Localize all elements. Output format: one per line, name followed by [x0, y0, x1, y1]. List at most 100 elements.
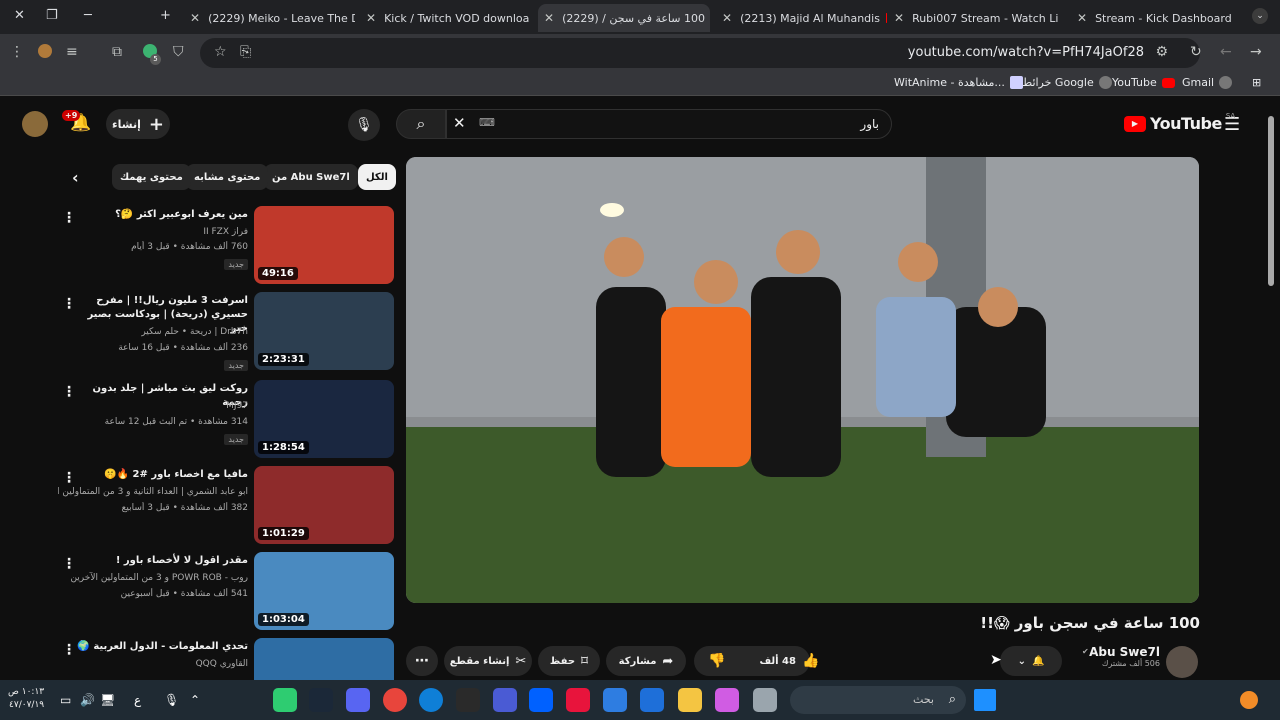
- install-app-icon[interactable]: ⎘: [240, 44, 251, 60]
- voice-search-button[interactable]: 🎙: [348, 109, 380, 141]
- chrome-icon[interactable]: [383, 688, 407, 712]
- channel-name[interactable]: Drb7h | دريحة • حلم سكير: [58, 326, 248, 339]
- file-explorer-icon[interactable]: [678, 688, 702, 712]
- clip-button[interactable]: إنشاء مقطع ✂: [444, 646, 532, 676]
- list-item[interactable]: 2:23:31 اسرفت 3 مليون ريال!! | مفرح حسير…: [60, 292, 394, 372]
- bookmark-witanime[interactable]: WitAnime - مشاهدة...: [894, 76, 1023, 89]
- clock[interactable]: ١٠:١٣ ص ٤٧/٠٧/١٩: [8, 686, 44, 712]
- save-button[interactable]: حفظ ⌑: [538, 646, 600, 676]
- bookmark-gmail[interactable]: Gmail: [1182, 76, 1233, 89]
- browser-tab[interactable]: ✕ (2213) Majid Al Muhandis: [722, 4, 887, 32]
- browser-tab[interactable]: ✕ Rubi007 Stream - Watch Li: [894, 4, 1064, 32]
- more-options-icon[interactable]: ⋮: [62, 384, 76, 400]
- chip-related[interactable]: محتوى مشابه: [186, 164, 269, 190]
- taskbar-search[interactable]: ⌕ بحث: [790, 686, 966, 714]
- menu-icon[interactable]: ⋮: [10, 44, 24, 60]
- video-thumbnail[interactable]: 1:01:29: [254, 466, 394, 544]
- reload-icon[interactable]: ↻: [1190, 44, 1202, 60]
- channel-name[interactable]: روب - POWR ROB و 3 من المتماولين الآخرين: [58, 572, 248, 585]
- shield-icon[interactable]: ⛉: [173, 44, 184, 60]
- video-thumbnail[interactable]: [254, 638, 394, 680]
- epic-games-icon[interactable]: [456, 688, 480, 712]
- more-options-icon[interactable]: ⋮: [62, 556, 76, 572]
- address-bar[interactable]: ☆ ⎘ youtube.com/watch?v=PfH74JaOf28 ⚙: [200, 38, 1200, 68]
- dropbox-icon[interactable]: [529, 688, 553, 712]
- video-title[interactable]: مقدر اقول لا لأخصاء باور !: [68, 554, 248, 568]
- chip-from-channel[interactable]: من Abu Swe7l: [264, 164, 358, 190]
- chevron-left-icon[interactable]: ‹: [72, 168, 79, 187]
- list-item[interactable]: 1:28:54 روكت ليق بث مباشر | جلد بدون رحم…: [60, 380, 394, 460]
- more-options-icon[interactable]: ⋮: [62, 210, 76, 226]
- search-button[interactable]: ⌕: [396, 109, 446, 139]
- subscribe-bell-button[interactable]: ⌄ 🔔: [1000, 646, 1062, 676]
- youtube-logo[interactable]: ▶ YouTube SA: [1124, 112, 1235, 133]
- channel-name[interactable]: MJ97: [58, 400, 248, 413]
- keyboard-icon[interactable]: ⌨: [479, 116, 495, 129]
- video-title[interactable]: مافيا مع اخصاء باور #2 🔥🤫: [68, 468, 248, 482]
- close-tab-icon[interactable]: ✕: [722, 11, 732, 25]
- media-control-icon[interactable]: ≡: [66, 44, 78, 60]
- channel-name[interactable]: ابو عابد الشمري | العداء الثانية و 3 من …: [58, 486, 248, 499]
- clear-search-icon[interactable]: ✕: [453, 114, 466, 132]
- close-tab-icon[interactable]: ✕: [894, 11, 904, 25]
- search-input[interactable]: باور ⌨ ✕: [446, 109, 892, 139]
- store-icon[interactable]: [640, 688, 664, 712]
- volume-icon[interactable]: 🔊: [80, 693, 95, 707]
- channel-name[interactable]: القاوري QQQ: [60, 658, 248, 671]
- browser-tab-active[interactable]: ✕ 100 ساعة في سجن / (2229): [538, 4, 710, 32]
- like-count[interactable]: 48 ألف: [759, 656, 796, 667]
- battery-icon[interactable]: ▭: [60, 693, 71, 707]
- video-thumbnail[interactable]: 49:16: [254, 206, 394, 284]
- copilot-icon[interactable]: [715, 688, 739, 712]
- scrollbar-thumb[interactable]: [1268, 116, 1274, 286]
- video-title[interactable]: تحدي المعلومات - الدول العربية 🌍: [68, 640, 248, 654]
- taskbar-app-1[interactable]: [273, 688, 297, 712]
- taskbar-app-9[interactable]: [566, 688, 590, 712]
- browser-tab[interactable]: ✕ Kick / Twitch VOD downloa: [366, 4, 531, 32]
- minimize-window-icon[interactable]: ─: [84, 8, 92, 23]
- network-icon[interactable]: 🖥: [100, 693, 115, 707]
- list-item[interactable]: 1:01:29 مافيا مع اخصاء باور #2 🔥🤫 ابو عا…: [58, 466, 394, 546]
- video-thumbnail[interactable]: 1:03:04: [254, 552, 394, 630]
- more-actions-button[interactable]: ⋯: [406, 646, 438, 676]
- more-options-icon[interactable]: ⋮: [62, 470, 76, 486]
- forward-icon[interactable]: →: [1250, 44, 1262, 60]
- bookmark-youtube[interactable]: YouTube: [1112, 76, 1175, 89]
- extensions-icon[interactable]: ⧉: [112, 44, 122, 60]
- steam-icon[interactable]: [309, 688, 333, 712]
- channel-avatar[interactable]: [1166, 646, 1198, 678]
- share-button[interactable]: مشاركة ➦: [606, 646, 686, 676]
- close-tab-icon[interactable]: ✕: [544, 11, 554, 25]
- edge-icon[interactable]: [419, 688, 443, 712]
- list-item[interactable]: 49:16 مين يعرف ابوعبير اكثر 🤔؟ فراز II F…: [60, 206, 394, 286]
- account-avatar[interactable]: [22, 111, 48, 137]
- restore-window-icon[interactable]: ❐: [46, 8, 58, 23]
- video-thumbnail[interactable]: 1:28:54: [254, 380, 394, 458]
- windows-start-icon[interactable]: [974, 689, 996, 711]
- video-title[interactable]: مين يعرف ابوعبير اكثر 🤔؟: [68, 208, 248, 222]
- like-icon[interactable]: 👍: [802, 653, 819, 669]
- chevron-up-icon[interactable]: ⌃: [190, 693, 200, 707]
- chip-recommended[interactable]: محتوى يهمك: [112, 164, 191, 190]
- discord-icon[interactable]: [346, 688, 370, 712]
- bookmark-star-icon[interactable]: ☆: [214, 44, 227, 60]
- more-options-icon[interactable]: ⋮: [62, 642, 76, 658]
- input-language[interactable]: ع: [134, 693, 141, 707]
- list-item[interactable]: تحدي المعلومات - الدول العربية 🌍 القاوري…: [60, 638, 394, 680]
- close-tab-icon[interactable]: ✕: [366, 11, 376, 25]
- chip-all[interactable]: الكل: [358, 164, 396, 190]
- taskbar-app-7[interactable]: [493, 688, 517, 712]
- dislike-icon[interactable]: 👎: [708, 653, 725, 669]
- list-item[interactable]: 1:03:04 مقدر اقول لا لأخصاء باور ! روب -…: [60, 552, 394, 632]
- close-tab-icon[interactable]: ✕: [190, 11, 200, 25]
- apps-grid-icon[interactable]: ⊞: [1252, 76, 1261, 89]
- profile-avatar[interactable]: [38, 44, 52, 58]
- bookmark-google-maps[interactable]: خرائط Google: [1022, 76, 1112, 89]
- site-settings-icon[interactable]: ⚙: [1155, 44, 1168, 60]
- video-thumbnail[interactable]: 2:23:31: [254, 292, 394, 370]
- close-tab-icon[interactable]: ✕: [1077, 11, 1087, 25]
- back-icon[interactable]: ←: [1220, 44, 1232, 60]
- more-options-icon[interactable]: ⋮: [62, 296, 76, 312]
- taskbar-app-10[interactable]: [603, 688, 627, 712]
- channel-name[interactable]: فراز II FZX: [58, 226, 248, 239]
